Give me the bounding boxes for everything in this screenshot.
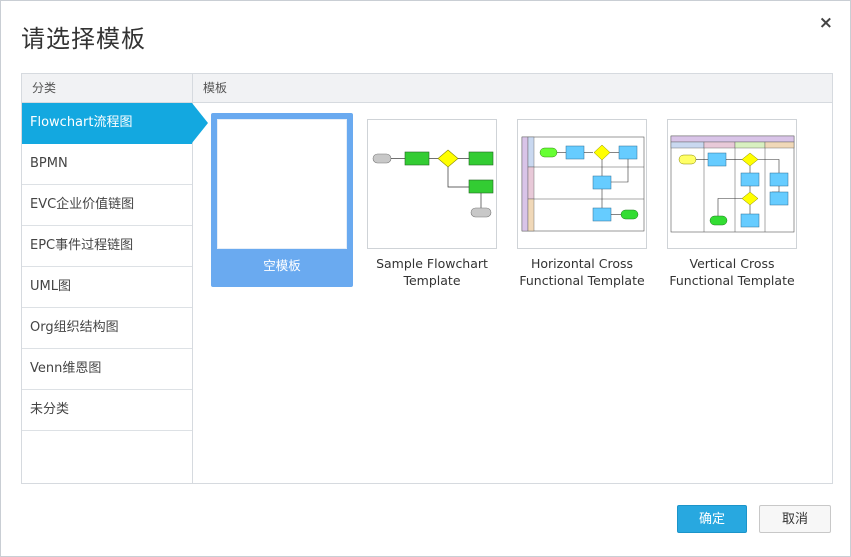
template-vertical-cross-functional-thumbnail — [667, 119, 797, 249]
template-sample-flowchart-thumbnail — [367, 119, 497, 249]
category-item-evc[interactable]: EVC企业价值链图 — [22, 185, 192, 226]
vertical-swimlane-preview-icon — [670, 135, 795, 233]
category-item-org[interactable]: Org组织结构图 — [22, 308, 192, 349]
template-dialog: 请选择模板 × 分类 Flowchart流程图 BPMN EVC企业价值链图 E… — [0, 0, 851, 557]
template-vertical-cross-functional-name: Vertical Cross Functional Template — [669, 256, 795, 288]
category-item-venn[interactable]: Venn维恩图 — [22, 349, 192, 390]
content-panel: 分类 Flowchart流程图 BPMN EVC企业价值链图 EPC事件过程链图… — [21, 73, 833, 484]
template-header: 模板 — [193, 74, 832, 103]
category-item-uncategorized[interactable]: 未分类 — [22, 390, 192, 431]
flowchart-preview-icon — [372, 149, 494, 218]
template-blank-thumbnail — [217, 119, 347, 249]
template-sample-flowchart[interactable]: Sample Flowchart Template — [361, 113, 503, 288]
dialog-title: 请选择模板 — [21, 25, 146, 53]
category-sidebar: 分类 Flowchart流程图 BPMN EVC企业价值链图 EPC事件过程链图… — [22, 74, 208, 483]
horizontal-swimlane-preview-icon — [521, 136, 645, 232]
template-blank[interactable]: 空模板 — [211, 113, 353, 287]
template-horizontal-cross-functional-thumbnail — [517, 119, 647, 249]
cancel-button[interactable]: 取消 — [759, 505, 831, 533]
category-item-epc[interactable]: EPC事件过程链图 — [22, 226, 192, 267]
template-blank-name: 空模板 — [263, 258, 301, 273]
category-header: 分类 — [22, 74, 192, 103]
template-vertical-cross-functional[interactable]: Vertical Cross Functional Template — [661, 113, 803, 288]
close-icon[interactable]: × — [819, 13, 833, 33]
category-item-flowchart[interactable]: Flowchart流程图 — [22, 103, 208, 144]
template-horizontal-cross-functional[interactable]: Horizontal Cross Functional Template — [511, 113, 653, 288]
template-horizontal-cross-functional-name: Horizontal Cross Functional Template — [519, 256, 645, 288]
template-sample-flowchart-name: Sample Flowchart Template — [376, 256, 488, 288]
template-area: 模板 空模板 Sample Flowchart Template Horizon… — [193, 74, 832, 483]
category-item-uml[interactable]: UML图 — [22, 267, 192, 308]
category-item-bpmn[interactable]: BPMN — [22, 144, 192, 185]
ok-button[interactable]: 确定 — [677, 505, 747, 533]
